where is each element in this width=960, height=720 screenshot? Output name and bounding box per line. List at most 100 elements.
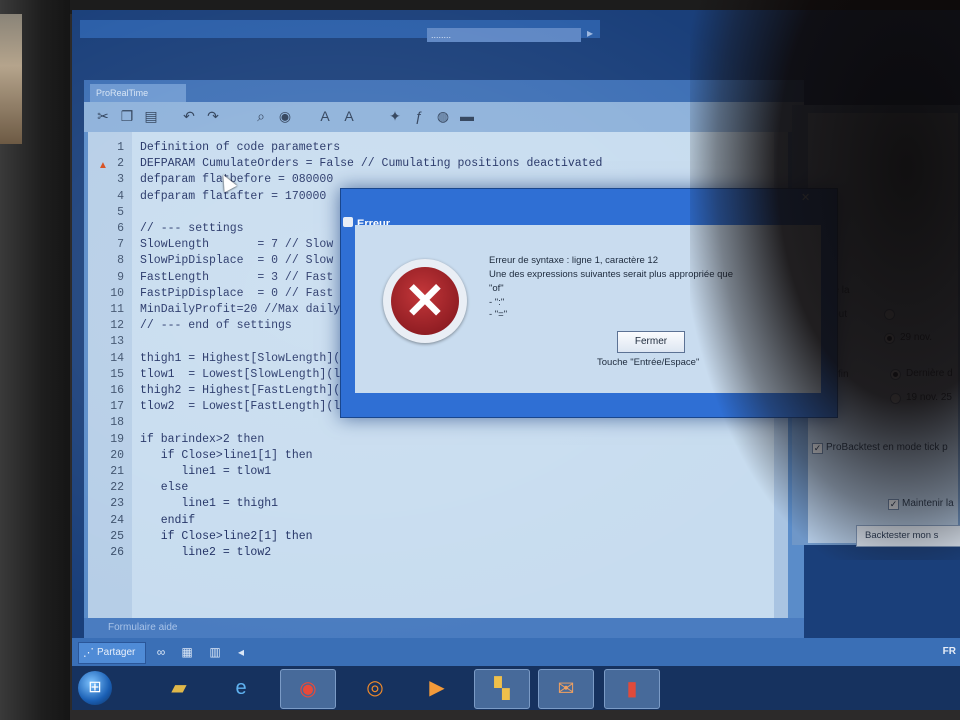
code-line[interactable]: 24 endif <box>88 513 788 529</box>
browser-tab-icon[interactable]: ▸ <box>587 26 593 40</box>
link-icon[interactable]: ∞ <box>152 643 170 661</box>
status-text[interactable]: Formulaire aide <box>108 622 177 633</box>
start-date-radio[interactable] <box>884 333 895 344</box>
editor-tab[interactable]: ProRealTime <box>90 84 186 102</box>
end-date-radio[interactable] <box>890 393 901 404</box>
code-line[interactable]: 1 Definition of code parameters <box>88 140 788 156</box>
line-number: 17 <box>110 400 124 414</box>
line-number: 26 <box>110 546 124 559</box>
error-message-line4: - ":" <box>489 297 505 308</box>
code-text: tlow1 = Lowest[SlowLength](l <box>140 367 341 381</box>
zoom-icon[interactable]: ◉ <box>276 107 294 125</box>
line-number: 1 <box>117 141 124 154</box>
editor-tabbar: ProRealTime <box>84 80 804 102</box>
globe-icon[interactable]: ◍ <box>434 107 452 125</box>
maintain-checkbox[interactable]: ✓ <box>888 499 899 510</box>
outlook-icon[interactable]: ✉ <box>538 669 594 709</box>
close-button[interactable]: Fermer <box>617 331 685 353</box>
cut-icon[interactable]: ✂ <box>94 107 112 125</box>
keyboard-hint: Touche "Entrée/Espace" <box>597 357 700 368</box>
error-x-mark: ✕ <box>404 273 446 329</box>
share-button[interactable]: ⋰ Partager <box>78 642 146 664</box>
line-number: 22 <box>110 481 124 495</box>
debut-radio[interactable] <box>884 309 895 320</box>
error-message-line2: Une des expressions suivantes serait plu… <box>489 269 733 280</box>
error-circle: ✕ <box>391 267 459 335</box>
code-text: // --- settings <box>140 222 244 235</box>
language-indicator[interactable]: FR <box>943 646 956 657</box>
last-date-radio[interactable] <box>890 369 901 380</box>
redo-icon[interactable]: ↷ <box>204 107 222 125</box>
close-icon[interactable]: ✕ <box>801 191 810 204</box>
code-line[interactable]: 2 DEFPARAM CumulateOrders = False // Cumu… <box>88 156 788 172</box>
start-button[interactable]: ⊞ <box>78 671 112 705</box>
scroll-left-icon[interactable]: ◂ <box>232 643 250 661</box>
font-increase-icon[interactable]: A <box>340 107 358 125</box>
font-decrease-icon[interactable]: A <box>316 107 334 125</box>
code-text: if barindex>2 then <box>140 432 265 446</box>
media-player-icon[interactable]: ▶ <box>410 669 464 707</box>
function-icon[interactable]: ƒ <box>410 107 428 125</box>
chart-icon[interactable]: ▥ <box>206 643 224 661</box>
code-text: Definition of code parameters <box>140 141 341 154</box>
code-line[interactable]: 21 line1 = tlow1 <box>88 464 788 480</box>
code-text: endif <box>140 513 196 527</box>
code-text: line1 = thigh1 <box>140 497 279 511</box>
dialog-titlebar[interactable] <box>341 189 837 211</box>
line-number: 7 <box>117 238 124 252</box>
backtest-button[interactable]: Backtester mon s <box>856 525 960 547</box>
line-number: 13 <box>110 335 124 349</box>
code-line[interactable]: 19 if barindex>2 then <box>88 432 788 448</box>
copy-icon[interactable]: ❐ <box>118 107 136 125</box>
explorer-icon[interactable]: ▰ <box>152 669 206 707</box>
lightbulb-icon[interactable]: ✦ <box>386 107 404 125</box>
error-message-line1: Erreur de syntaxe : ligne 1, caractère 1… <box>489 255 658 266</box>
code-text: DEFPARAM CumulateOrders = False // Cumul… <box>140 157 603 171</box>
code-text: tlow2 = Lowest[FastLength](l <box>140 400 341 414</box>
tick-mode-checkbox[interactable]: ✓ <box>812 443 823 454</box>
line-number: 24 <box>110 513 124 527</box>
code-text: defparam flatbefore = 080000 <box>140 173 334 187</box>
code-text: FastPipDisplace = 0 // Fast <box>140 286 334 300</box>
code-text: // --- end of settings <box>140 319 292 333</box>
line-number: 12 <box>110 319 124 333</box>
platform-bottombar: ⋰ Partager ∞ ▦ ▥ ◂ FR <box>72 638 960 666</box>
windows-icon[interactable]: ▚ <box>474 669 530 709</box>
code-line[interactable]: 3 defparam flatbefore = 080000 <box>88 172 788 188</box>
line-number: 11 <box>110 303 124 316</box>
line-number: 21 <box>110 465 124 478</box>
code-line[interactable]: 20 if Close>line1[1] then <box>88 448 788 464</box>
code-text: defparam flatafter = 170000 <box>140 189 327 203</box>
error-message-line3: "of" <box>489 283 504 294</box>
line-number: 9 <box>117 270 124 284</box>
browser-url-field[interactable]: ........ <box>427 28 581 42</box>
line-number: 2 <box>117 157 124 171</box>
code-line[interactable]: 22 else <box>88 480 788 496</box>
code-line[interactable]: 25 if Close>line2[1] then <box>88 529 788 545</box>
chrome-icon[interactable]: ◉ <box>280 669 336 709</box>
code-text: FastLength = 3 // Fast <box>140 270 334 284</box>
code-text: SlowLength = 7 // Slow <box>140 238 334 252</box>
tick-mode-label: ProBacktest en mode tick p <box>826 442 948 453</box>
paste-icon[interactable]: ▤ <box>142 107 160 125</box>
code-text: else <box>140 481 189 495</box>
firefox-icon[interactable]: ◎ <box>348 669 402 707</box>
editor-statusbar: Formulaire aide <box>84 618 804 640</box>
trading-chart-icon[interactable]: ▮ <box>604 669 660 709</box>
calculator-icon[interactable]: ▦ <box>178 643 196 661</box>
ie-icon[interactable]: e <box>214 669 268 707</box>
line-number: 8 <box>117 254 124 268</box>
code-line[interactable]: 23 line1 = thigh1 <box>88 496 788 512</box>
line-number: 6 <box>117 222 124 235</box>
dialog-body: ✕ Erreur de syntaxe : ligne 1, caractère… <box>355 225 821 393</box>
keyboard-icon[interactable]: ▬ <box>458 107 476 125</box>
background-wall <box>0 14 22 144</box>
line-number: 4 <box>117 189 124 203</box>
line-number: 14 <box>110 351 124 365</box>
line-number: 20 <box>110 448 124 462</box>
code-line[interactable]: 26 line2 = tlow2 <box>88 545 788 561</box>
search-icon[interactable]: ⌕ <box>252 107 270 125</box>
undo-icon[interactable]: ↶ <box>180 107 198 125</box>
error-dialog: Erreur ✕ ✕ Erreur de syntaxe : ligne 1, … <box>340 188 838 418</box>
code-text: line1 = tlow1 <box>140 465 272 478</box>
